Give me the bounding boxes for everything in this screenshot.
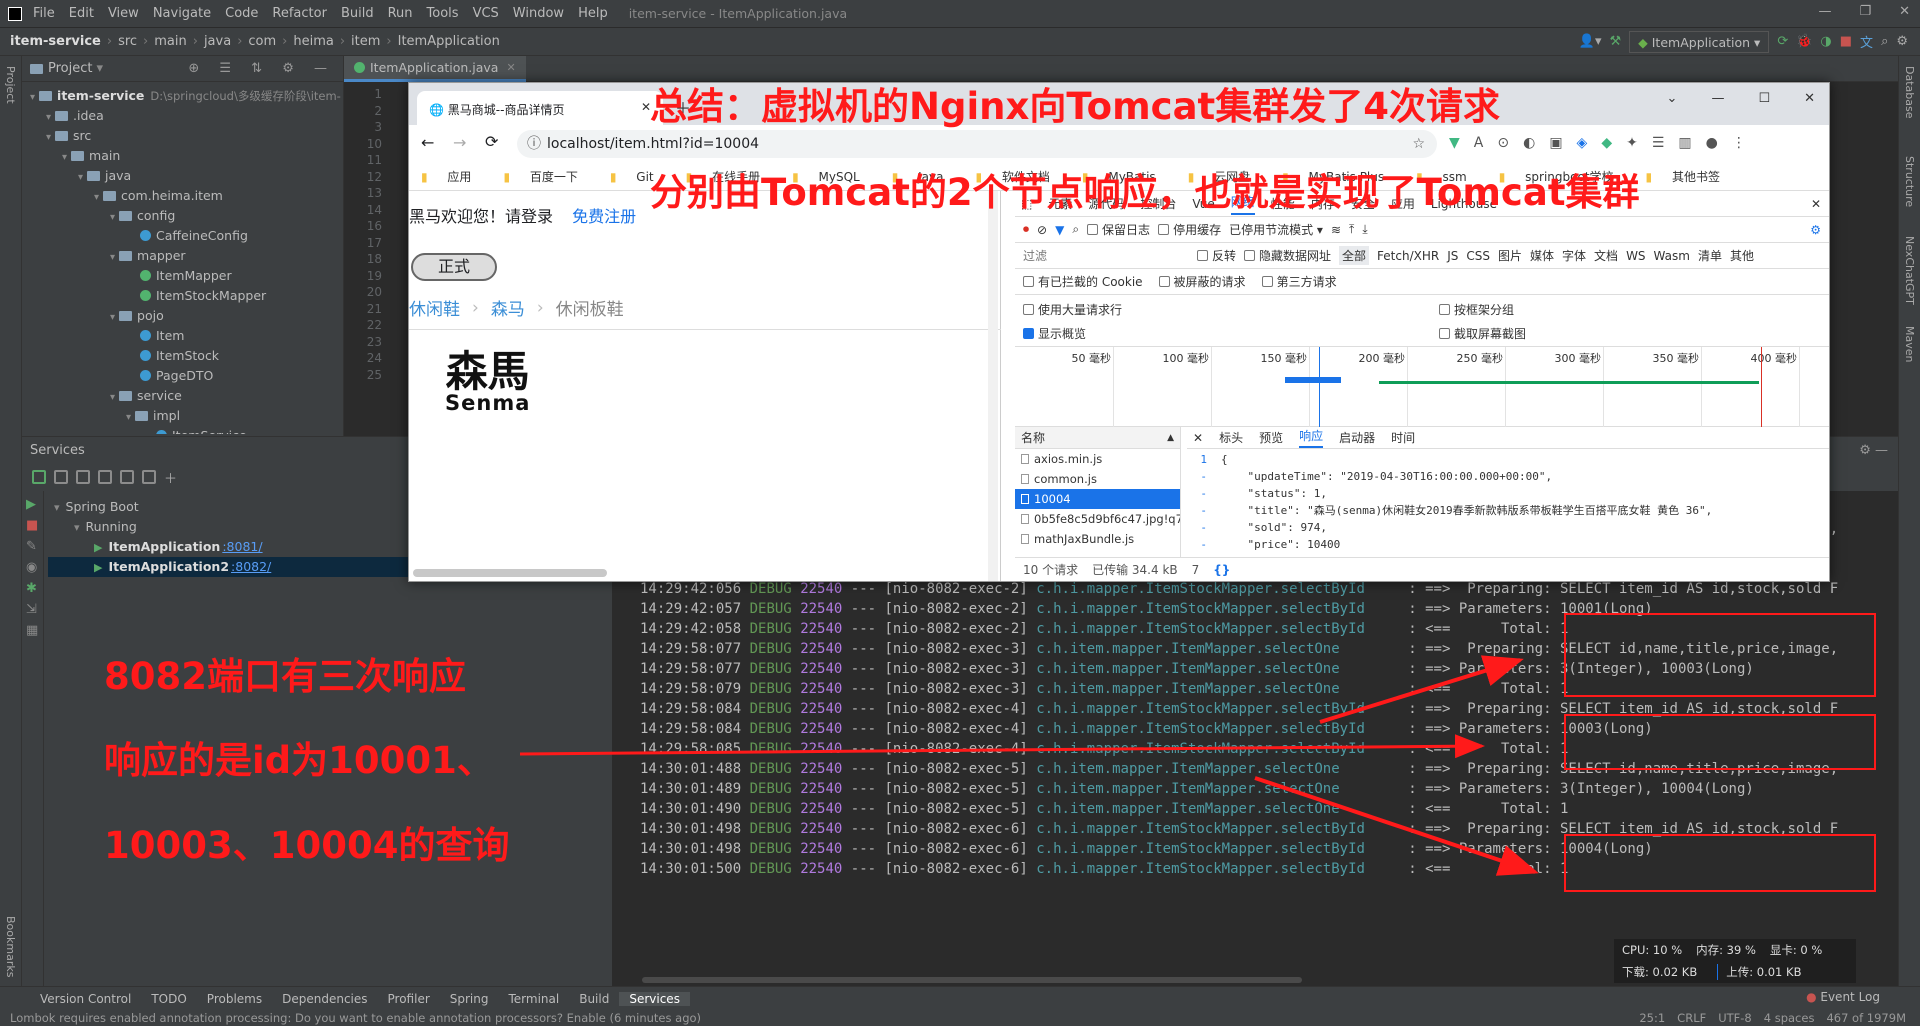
arrow-to-10001 bbox=[1319, 655, 1524, 724]
arrow-to-10004 bbox=[1254, 776, 1539, 876]
annotation-arrows bbox=[519, 655, 1539, 876]
arrow-to-10003 bbox=[519, 734, 1485, 759]
